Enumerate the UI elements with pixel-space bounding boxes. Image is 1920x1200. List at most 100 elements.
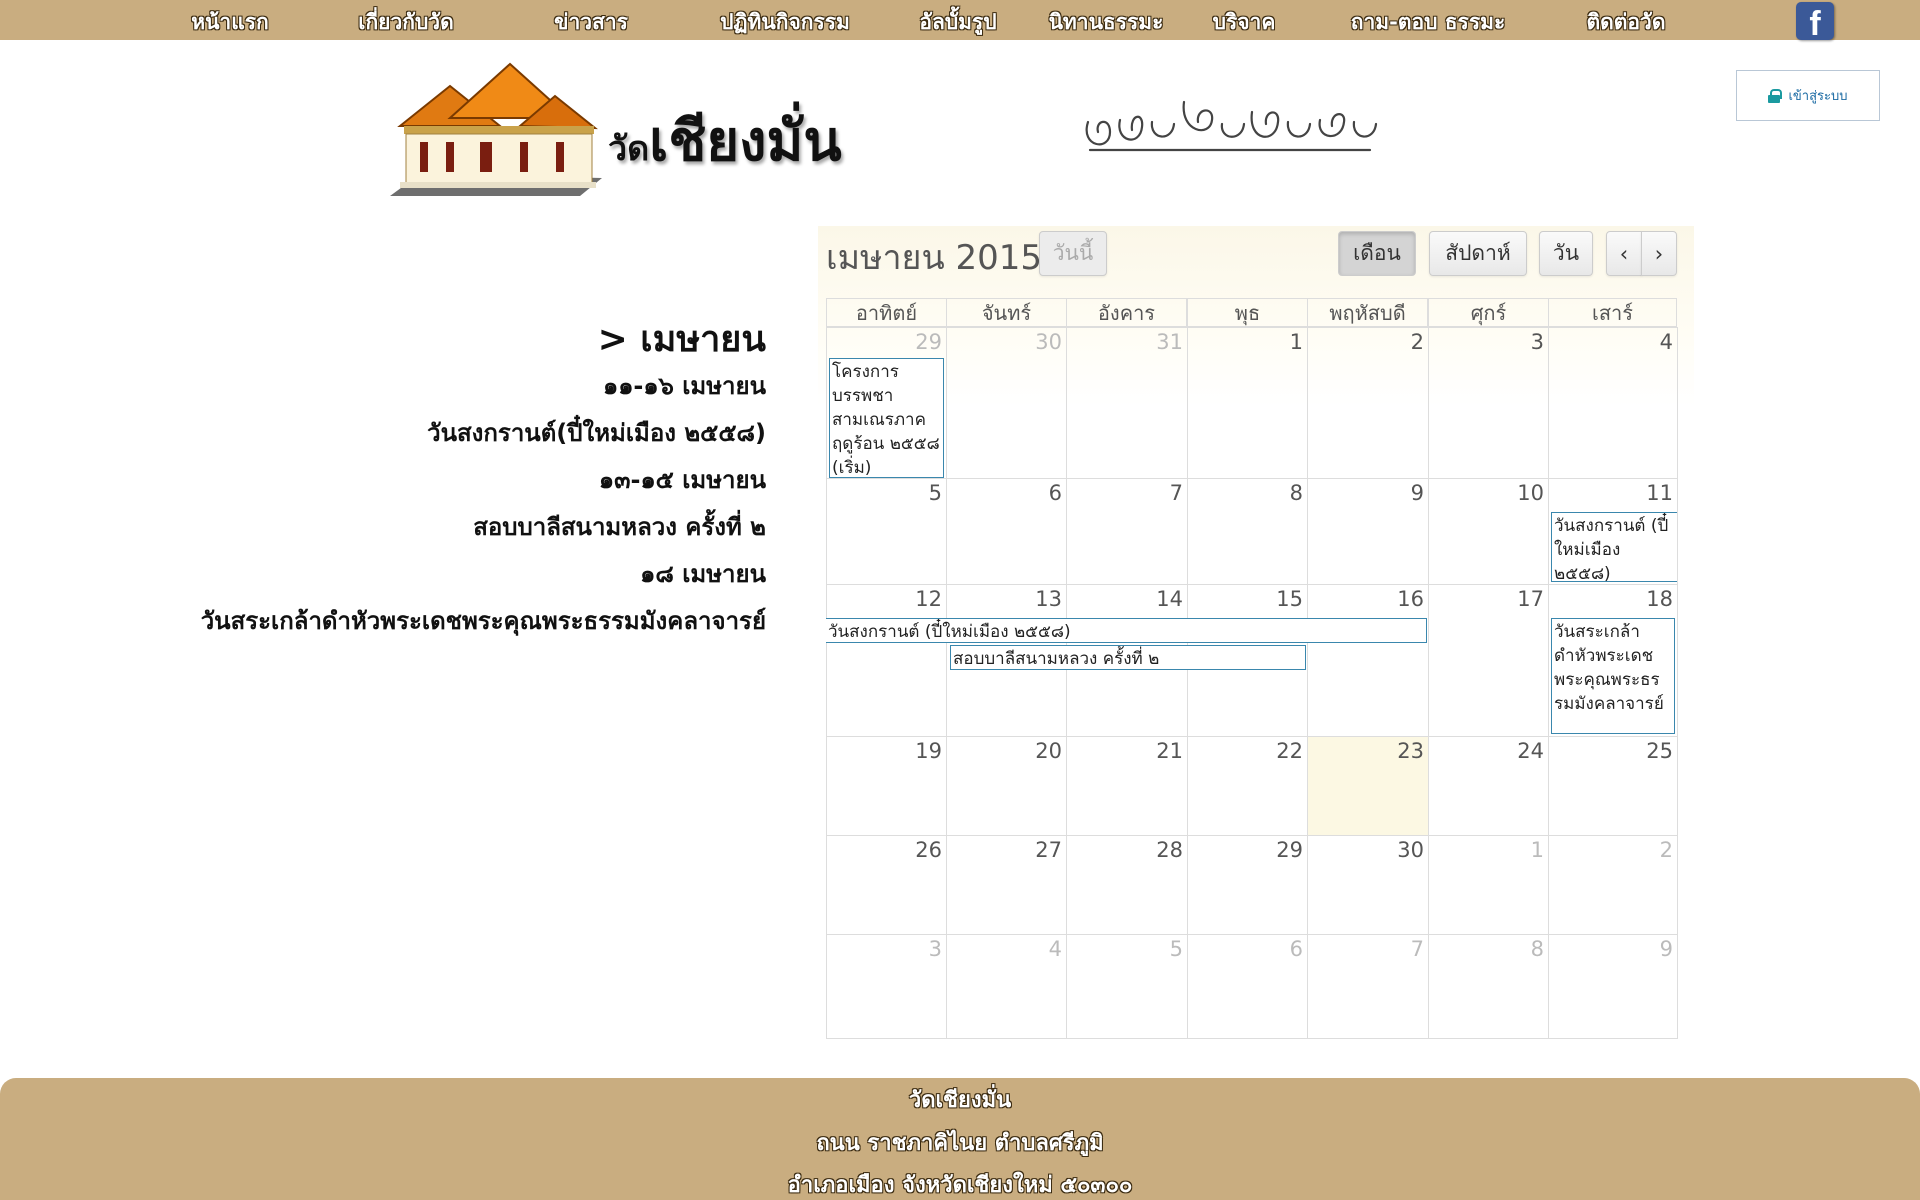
- prev-month-button[interactable]: ‹: [1606, 231, 1642, 276]
- nav-home[interactable]: หน้าแรก: [191, 6, 269, 39]
- login-button[interactable]: เข้าสู่ระบบ: [1736, 70, 1880, 121]
- day-cell[interactable]: 2: [1307, 327, 1429, 479]
- nav-dharma-tales[interactable]: นิทานธรรมะ: [1049, 6, 1164, 39]
- nav-contact[interactable]: ติดต่อวัด: [1587, 6, 1666, 39]
- day-number: 28: [1156, 838, 1183, 862]
- day-number: 1: [1530, 838, 1544, 862]
- footer-address-street: ถนน ราชภาคิไนย ตำบลศรีภูมิ: [816, 1131, 1104, 1156]
- day-cell[interactable]: 28: [1066, 835, 1188, 935]
- day-number: 8: [1289, 481, 1303, 505]
- weekday-header: จันทร์: [946, 298, 1067, 327]
- day-cell[interactable]: 29: [1187, 835, 1308, 935]
- nav-news[interactable]: ข่าวสาร: [554, 6, 628, 39]
- event-songkran-start[interactable]: วันสงกรานต์ (ปี๋ใหม่เมือง ๒๕๕๘): [1551, 512, 1677, 582]
- day-number: 13: [1035, 587, 1062, 611]
- day-cell[interactable]: 8: [1428, 934, 1549, 1039]
- event-title[interactable]: วันสระเกล้าดำหัวพระเดชพระคุณพระธรรมมังคล…: [160, 601, 766, 648]
- event-ordination[interactable]: โครงการบรรพชาสามเณรภาคฤดูร้อน ๒๕๕๘ (เริ่…: [829, 358, 944, 478]
- day-number: 4: [1659, 330, 1673, 354]
- day-number: 30: [1035, 330, 1062, 354]
- today-button[interactable]: วันนี้: [1039, 231, 1107, 276]
- day-cell[interactable]: 26: [826, 835, 947, 935]
- day-cell[interactable]: 31: [1066, 327, 1188, 479]
- day-cell[interactable]: 9: [1307, 478, 1429, 585]
- weekday-header: ศุกร์: [1428, 298, 1549, 327]
- upcoming-events-list: > เมษายน ๑๑-๑๖ เมษายน วันสงกรานต์(ปี๋ใหม…: [160, 310, 766, 648]
- weekday-header: อาทิตย์: [826, 298, 947, 327]
- day-number: 26: [915, 838, 942, 862]
- day-cell[interactable]: 7: [1066, 478, 1188, 585]
- events-month-heading[interactable]: > เมษายน: [160, 310, 766, 360]
- day-cell[interactable]: 24: [1428, 736, 1549, 836]
- day-cell[interactable]: 23: [1307, 736, 1429, 836]
- nav-qa[interactable]: ถาม-ตอบ ธรรมะ: [1351, 6, 1505, 39]
- day-cell[interactable]: 16: [1307, 584, 1429, 737]
- day-cell[interactable]: 1: [1187, 327, 1308, 479]
- event-songkran[interactable]: วันสงกรานต์ (ปี๋ใหม่เมือง ๒๕๕๘): [826, 618, 1427, 643]
- site-title-prefix: วัด: [608, 129, 650, 169]
- day-number: 9: [1659, 937, 1673, 961]
- nav-calendar[interactable]: ปฏิทินกิจกรรม: [720, 6, 850, 39]
- day-cell[interactable]: 6: [946, 478, 1067, 585]
- day-number: 2: [1410, 330, 1424, 354]
- nav-album[interactable]: อัลบั้มรูป: [919, 6, 996, 39]
- login-label: เข้าสู่ระบบ: [1788, 89, 1848, 104]
- day-cell[interactable]: 4: [1548, 327, 1678, 479]
- day-cell[interactable]: 3: [826, 934, 947, 1039]
- day-number: 11: [1646, 481, 1673, 505]
- day-number: 6: [1289, 937, 1303, 961]
- day-cell[interactable]: 21: [1066, 736, 1188, 836]
- day-number: 10: [1517, 481, 1544, 505]
- day-number: 21: [1156, 739, 1183, 763]
- facebook-icon[interactable]: f: [1796, 2, 1834, 40]
- day-number: 4: [1048, 937, 1062, 961]
- next-month-button[interactable]: ›: [1641, 231, 1677, 276]
- day-cell[interactable]: 9: [1548, 934, 1678, 1039]
- footer: วัดเชียงมั่น ถนน ราชภาคิไนย ตำบลศรีภูมิ …: [0, 1078, 1920, 1200]
- nav-about[interactable]: เกี่ยวกับวัด: [358, 6, 453, 39]
- day-cell[interactable]: 7: [1307, 934, 1429, 1039]
- day-cell[interactable]: 20: [946, 736, 1067, 836]
- day-cell[interactable]: 4: [946, 934, 1067, 1039]
- day-cell[interactable]: 19: [826, 736, 947, 836]
- temple-logo: [390, 62, 602, 196]
- day-cell[interactable]: 12: [826, 584, 947, 737]
- week-view-button[interactable]: สัปดาห์: [1429, 231, 1527, 276]
- day-view-button[interactable]: วัน: [1539, 231, 1593, 276]
- day-cell[interactable]: 6: [1187, 934, 1308, 1039]
- day-number: 9: [1410, 481, 1424, 505]
- event-title[interactable]: สอบบาลีสนามหลวง ครั้งที่ ๒: [160, 507, 766, 554]
- day-cell[interactable]: 8: [1187, 478, 1308, 585]
- day-cell[interactable]: 3: [1428, 327, 1549, 479]
- month-view-button[interactable]: เดือน: [1338, 231, 1416, 276]
- day-cell[interactable]: 1: [1428, 835, 1549, 935]
- day-cell[interactable]: 27: [946, 835, 1067, 935]
- day-cell[interactable]: 2: [1548, 835, 1678, 935]
- day-cell[interactable]: 5: [826, 478, 947, 585]
- day-number: 14: [1156, 587, 1183, 611]
- event-dam-hua[interactable]: วันสระเกล้าดำหัวพระเดชพระคุณพระธรรมมังคล…: [1551, 618, 1675, 734]
- weekday-header: อังคาร: [1066, 298, 1187, 327]
- nav-donate[interactable]: บริจาค: [1213, 6, 1276, 39]
- day-cell[interactable]: 17: [1428, 584, 1549, 737]
- day-number: 6: [1048, 481, 1062, 505]
- event-pali-exam[interactable]: สอบบาลีสนามหลวง ครั้งที่ ๒: [950, 645, 1306, 670]
- event-date: ๑๑-๑๖ เมษายน: [602, 372, 766, 400]
- day-number: 16: [1397, 587, 1424, 611]
- calendar-title: เมษายน 2015: [826, 238, 1043, 278]
- site-title: วัดเชียงมั่น: [608, 96, 842, 185]
- day-number: 5: [1169, 937, 1183, 961]
- weekday-header: พฤหัสบดี: [1307, 298, 1428, 327]
- day-cell[interactable]: 30: [1307, 835, 1429, 935]
- weekday-header: เสาร์: [1548, 298, 1677, 327]
- event-date: ๑๓-๑๕ เมษายน: [598, 466, 766, 494]
- day-number: 8: [1530, 937, 1544, 961]
- day-number: 23: [1397, 739, 1424, 763]
- day-number: 1: [1289, 330, 1303, 354]
- day-cell[interactable]: 5: [1066, 934, 1188, 1039]
- event-title[interactable]: วันสงกรานต์(ปี๋ใหม่เมือง ๒๕๕๘): [160, 413, 766, 460]
- day-cell[interactable]: 10: [1428, 478, 1549, 585]
- day-cell[interactable]: 30: [946, 327, 1067, 479]
- day-cell[interactable]: 22: [1187, 736, 1308, 836]
- day-cell[interactable]: 25: [1548, 736, 1678, 836]
